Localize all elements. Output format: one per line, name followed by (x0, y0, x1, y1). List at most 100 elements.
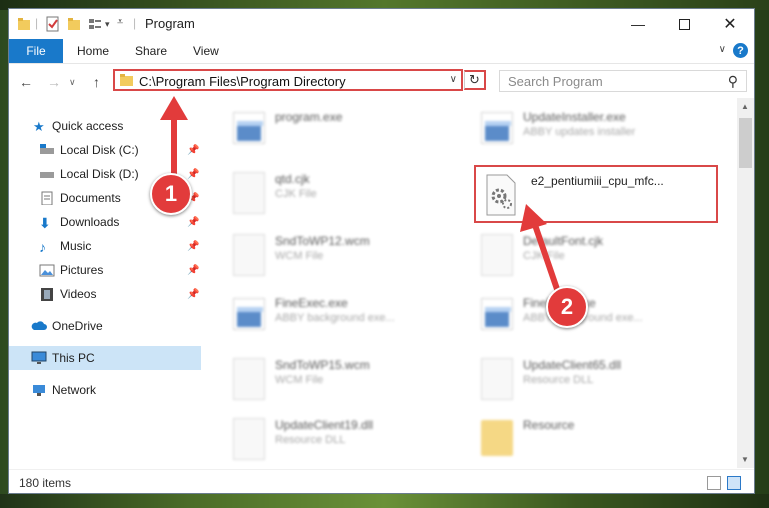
maximize-button[interactable] (661, 9, 707, 39)
nav-label: Quick access (52, 119, 124, 133)
status-bar: 180 items (9, 469, 754, 493)
tab-view[interactable]: View (193, 44, 219, 58)
annotation-badge-2: 2 (546, 286, 588, 328)
file-name: FineExec.exe (275, 296, 348, 310)
nav-label: Videos (60, 287, 97, 301)
nav-item-music[interactable]: ♪ Music 📌 (9, 234, 201, 258)
file-tab[interactable]: File (9, 39, 63, 63)
nav-label: Documents (60, 191, 121, 205)
window-title: Program (145, 16, 195, 31)
pin-icon[interactable]: 📌 (187, 145, 199, 156)
file-name: qtd.cjk (275, 172, 310, 186)
maximize-icon (678, 18, 690, 30)
scroll-down-icon[interactable]: ▼ (741, 455, 749, 464)
nav-item-network[interactable]: Network (9, 378, 201, 402)
vertical-scrollbar[interactable]: ▲ ▼ (737, 98, 754, 468)
scroll-thumb[interactable] (739, 118, 752, 168)
large-icons-view-icon[interactable] (727, 476, 741, 490)
document-icon (233, 172, 265, 214)
nav-item-this-pc[interactable]: This PC (9, 346, 201, 370)
document-icon (481, 234, 513, 276)
file-item[interactable]: SndToWP12.wcm WCM File (209, 230, 449, 286)
folder-icon (481, 420, 513, 456)
tab-home[interactable]: Home (77, 44, 109, 58)
separator: | (35, 16, 39, 30)
file-name: SndToWP15.wcm (275, 358, 370, 372)
file-name: UpdateInstaller.exe (523, 110, 626, 124)
drive-icon (40, 144, 54, 154)
folder-icon (18, 18, 30, 30)
file-type: CJK File (523, 250, 565, 262)
folder-icon (120, 74, 133, 86)
file-item[interactable]: UpdateClient65.dll Resource DLL (457, 354, 697, 410)
pin-icon[interactable]: 📌 (187, 289, 199, 300)
file-type: Resource DLL (523, 374, 594, 386)
recent-locations-icon[interactable]: ∨ (69, 77, 76, 88)
videos-icon (41, 288, 53, 301)
nav-item-pictures[interactable]: Pictures 📌 (9, 258, 201, 282)
separator: | (133, 16, 137, 30)
explorer-window: | ▾ ⩡ | Program — ✕ File Home Share View… (8, 8, 755, 494)
customize-icon[interactable] (87, 16, 103, 32)
nav-item-videos[interactable]: Videos 📌 (9, 282, 201, 306)
details-view-icon[interactable] (707, 476, 721, 490)
properties-icon[interactable] (45, 16, 61, 32)
downloads-icon: ⬇ (39, 215, 51, 231)
expand-ribbon-icon[interactable]: ∨ (719, 44, 726, 55)
close-button[interactable]: ✕ (707, 9, 753, 39)
file-type: ABBY updates installer (523, 126, 636, 138)
nav-label: OneDrive (52, 319, 103, 333)
file-type: Resource DLL (275, 434, 346, 446)
file-item[interactable]: Resource (457, 414, 697, 468)
file-name: UpdateClient65.dll (523, 358, 622, 372)
address-dropdown-icon[interactable]: ∨ (450, 74, 457, 85)
nav-item-local-disk-c[interactable]: Local Disk (C:) 📌 (9, 138, 201, 162)
search-placeholder: Search Program (508, 74, 603, 89)
dropdown-chevron-icon[interactable]: ▾ (105, 19, 110, 35)
ribbon: File Home Share View ∨ ? (9, 39, 754, 64)
nav-item-onedrive[interactable]: OneDrive (9, 314, 201, 338)
desktop-background-bottom (0, 494, 769, 508)
nav-item-quick-access[interactable]: ★ Quick access (9, 114, 201, 138)
exe-icon (481, 112, 513, 144)
minimize-button[interactable]: — (615, 9, 661, 39)
back-arrow-icon[interactable]: ← (19, 74, 33, 90)
exe-icon (481, 298, 513, 330)
file-item[interactable]: UpdateInstaller.exe ABBY updates install… (457, 106, 697, 162)
cloud-icon (31, 321, 47, 330)
gear-file-icon (233, 418, 265, 460)
file-item[interactable]: program.exe (209, 106, 449, 162)
file-item[interactable]: DefaultFont.cjk CJK File (457, 230, 697, 286)
scroll-up-icon[interactable]: ▲ (741, 102, 749, 111)
address-row: ← → ∨ ↑ C:\Program Files\Program Directo… (9, 64, 754, 98)
exe-icon (233, 112, 265, 144)
file-item[interactable]: UpdateClient19.dll Resource DLL (209, 414, 449, 468)
file-item[interactable]: FineExec.exe ABBY background exe... (209, 292, 449, 348)
pin-icon[interactable]: 📌 (187, 241, 199, 252)
forward-arrow-icon[interactable]: → (47, 74, 61, 90)
refresh-button[interactable]: ↻ (464, 70, 486, 90)
star-icon: ★ (33, 119, 45, 134)
search-input[interactable]: Search Program ⚲ (499, 70, 747, 92)
file-item[interactable]: SndToWP15.wcm WCM File (209, 354, 449, 410)
help-icon[interactable]: ? (733, 43, 748, 58)
address-bar[interactable]: C:\Program Files\Program Directory ∨ (113, 69, 463, 91)
gear-file-icon (481, 358, 513, 400)
new-folder-icon[interactable] (67, 16, 81, 32)
pin-icon[interactable]: 📌 (187, 169, 199, 180)
file-type: WCM File (275, 250, 324, 262)
tab-share[interactable]: Share (135, 44, 167, 58)
computer-icon (31, 351, 47, 364)
quick-access-toolbar-menu-icon[interactable]: ⩡ (117, 16, 123, 32)
close-icon: ✕ (723, 16, 737, 33)
file-name: program.exe (275, 110, 343, 124)
file-item[interactable]: qtd.cjk CJK File (209, 168, 449, 224)
address-path: C:\Program Files\Program Directory (139, 74, 346, 89)
pin-icon[interactable]: 📌 (187, 265, 199, 276)
network-icon (33, 385, 45, 396)
title-bar: | ▾ ⩡ | Program — ✕ (9, 9, 754, 39)
pin-icon[interactable]: 📌 (187, 217, 199, 228)
minimize-icon: — (631, 16, 645, 32)
file-name: Resource (523, 418, 575, 432)
up-arrow-icon[interactable]: ↑ (93, 74, 100, 90)
